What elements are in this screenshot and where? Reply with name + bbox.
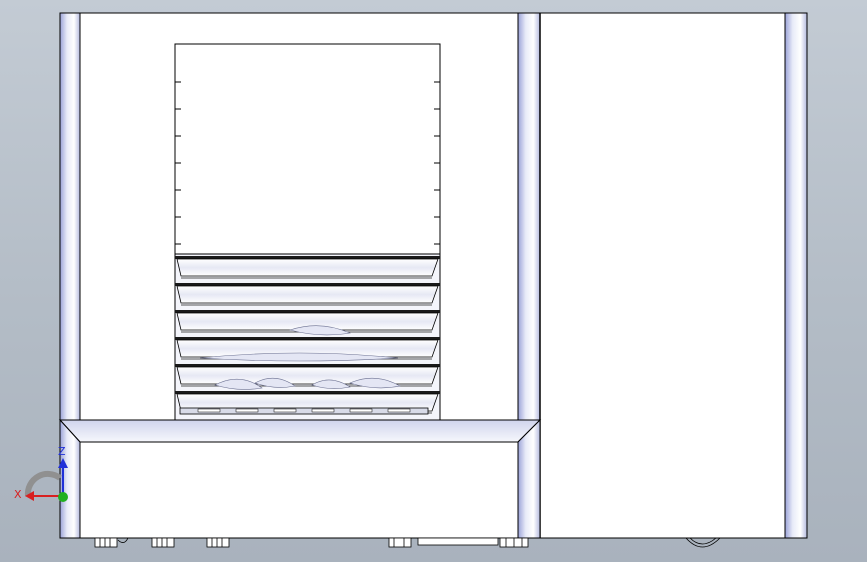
base-front-face	[79, 441, 519, 539]
foot-3	[206, 537, 230, 548]
center-post	[517, 12, 541, 421]
fin-section[interactable]	[174, 253, 441, 421]
left-post	[59, 12, 81, 421]
foot-1-curve	[117, 537, 129, 543]
right-cabinet-body	[539, 12, 808, 539]
y-axis-dot	[58, 492, 68, 502]
graphics-viewport[interactable]: Z X	[0, 0, 867, 562]
foot-2	[151, 537, 175, 548]
bottom-feet	[94, 537, 721, 548]
foot-4	[388, 537, 412, 548]
z-axis-label: Z	[58, 445, 66, 458]
base-block[interactable]	[58, 418, 542, 539]
fin	[175, 256, 440, 279]
model-view-svg[interactable]: Z X	[0, 0, 867, 562]
foot-1	[94, 537, 118, 548]
x-axis-label: X	[14, 488, 22, 501]
upper-window[interactable]	[174, 43, 441, 255]
base-top-bevel	[58, 419, 542, 443]
fin	[175, 283, 440, 306]
fin	[175, 364, 440, 387]
window-frame	[174, 43, 441, 255]
right-post	[784, 12, 808, 539]
foot-5	[499, 537, 529, 548]
foot-center-bar	[417, 537, 499, 546]
right-cabinet[interactable]	[539, 12, 808, 539]
